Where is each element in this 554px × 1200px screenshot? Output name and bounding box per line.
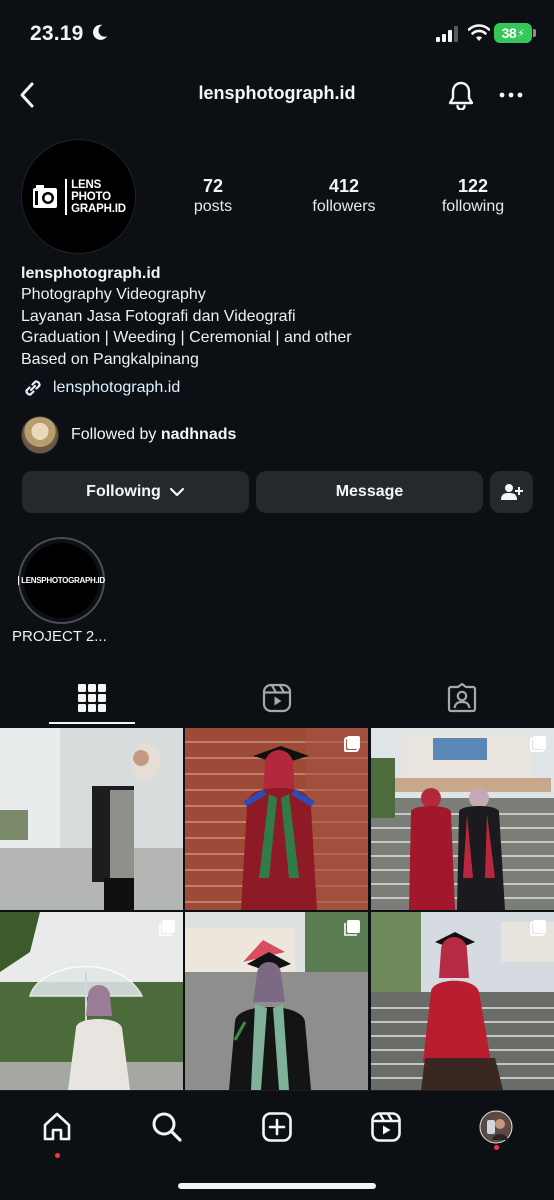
reels-icon [262, 683, 292, 713]
nav-profile[interactable] [476, 1107, 516, 1147]
nav-create[interactable] [257, 1107, 297, 1147]
profile-avatar[interactable]: LENS PHOTO GRAPH.ID [21, 139, 136, 254]
following-label: following [441, 198, 505, 215]
charging-icon: ⚡ [517, 27, 525, 40]
more-icon [499, 92, 523, 98]
profile-avatar [479, 1110, 513, 1144]
battery-indicator: 38 ⚡ [494, 23, 532, 43]
post-thumbnail[interactable] [0, 912, 183, 1094]
moon-icon [93, 24, 108, 40]
tagged-icon [447, 683, 477, 713]
posts-count: 72 [202, 176, 224, 196]
bio-line: Based on Pangkalpinang [21, 350, 199, 368]
home-icon [43, 1112, 71, 1141]
post-image [0, 912, 183, 1090]
profile-header: lensphotograph.id [0, 70, 554, 120]
following-count: 122 [457, 176, 489, 196]
more-options-button[interactable] [496, 78, 526, 112]
home-indicator [178, 1183, 376, 1189]
highlight-label: PROJECT 2... [12, 628, 107, 645]
mutual-follower-username: nadhnads [160, 426, 237, 443]
posts-label: posts [193, 198, 233, 215]
bio-line: Layanan Jasa Fotografi dan Videografi [21, 307, 296, 325]
mutual-followers-text: Followed by nadhnads [71, 426, 237, 443]
carousel-icon [344, 736, 360, 752]
brand-logo: LENS PHOTO GRAPH.ID [31, 178, 126, 215]
post-thumbnail[interactable] [185, 912, 368, 1094]
suggest-people-button[interactable] [490, 471, 533, 513]
create-icon [262, 1112, 292, 1142]
nav-reels[interactable] [366, 1107, 406, 1147]
mutual-followers[interactable]: Followed by nadhnads [21, 416, 236, 454]
post-image [185, 912, 368, 1090]
mutual-follower-avatar [21, 416, 59, 454]
followers-label: followers [312, 198, 376, 215]
following-button-label: Following [86, 483, 161, 500]
tab-posts-grid[interactable] [62, 680, 122, 716]
tab-reels[interactable] [247, 680, 307, 716]
carousel-icon [159, 920, 175, 936]
story-highlight[interactable]: LENSPHOTOGRAPH.ID [18, 537, 105, 624]
post-thumbnail[interactable] [185, 728, 368, 910]
carousel-icon [530, 736, 546, 752]
battery-nub [533, 29, 536, 37]
camera-logo-icon [33, 184, 58, 208]
following-stat[interactable]: 122 following [430, 176, 516, 218]
post-thumbnail[interactable] [0, 728, 183, 910]
grid-icon [78, 684, 106, 712]
message-button-label: Message [335, 483, 404, 500]
followers-count: 412 [328, 176, 360, 196]
brand-logo-text: LENS PHOTO GRAPH.ID [65, 178, 126, 215]
posts-stat[interactable]: 72 posts [183, 176, 243, 218]
post-image [371, 728, 554, 910]
chevron-down-icon [169, 487, 184, 497]
notifications-button[interactable] [446, 78, 476, 112]
reels-icon [371, 1112, 401, 1142]
carousel-icon [530, 920, 546, 936]
active-tab-indicator [49, 722, 135, 724]
wifi-icon [468, 24, 490, 41]
post-image [185, 728, 368, 910]
bio-line: Photography Videography [21, 286, 206, 303]
battery-level: 38 [501, 25, 517, 41]
carousel-icon [344, 920, 360, 936]
status-bar: 23.19 38 ⚡ [0, 0, 554, 62]
status-time: 23.19 [30, 22, 84, 45]
link-icon [25, 380, 41, 396]
profile-link-text: lensphotograph.id [53, 379, 181, 396]
highlight-logo-text: LENSPHOTOGRAPH.ID [18, 576, 105, 585]
followers-stat[interactable]: 412 followers [300, 176, 388, 218]
post-thumbnail[interactable] [371, 728, 554, 910]
nav-search[interactable] [147, 1107, 187, 1147]
tab-tagged[interactable] [432, 680, 492, 716]
profile-bio: lensphotograph.id Photography Videograph… [21, 263, 541, 370]
post-image [0, 728, 183, 910]
posts-grid [0, 728, 554, 1090]
message-button[interactable]: Message [256, 471, 483, 513]
profile-name: lensphotograph.id [21, 265, 161, 282]
search-icon [152, 1112, 182, 1142]
add-person-icon [500, 484, 523, 500]
home-notification-dot [55, 1153, 60, 1158]
post-thumbnail[interactable] [371, 912, 554, 1094]
post-image [371, 912, 554, 1090]
highlight-cover: LENSPHOTOGRAPH.ID [18, 543, 105, 618]
profile-link[interactable]: lensphotograph.id [21, 376, 180, 400]
nav-home[interactable] [37, 1107, 77, 1147]
signal-icon [436, 26, 458, 42]
bell-icon [448, 81, 474, 110]
following-button[interactable]: Following [22, 471, 249, 513]
profile-notification-dot [494, 1145, 499, 1150]
bio-line: Graduation | Weeding | Ceremonial | and … [21, 329, 352, 346]
